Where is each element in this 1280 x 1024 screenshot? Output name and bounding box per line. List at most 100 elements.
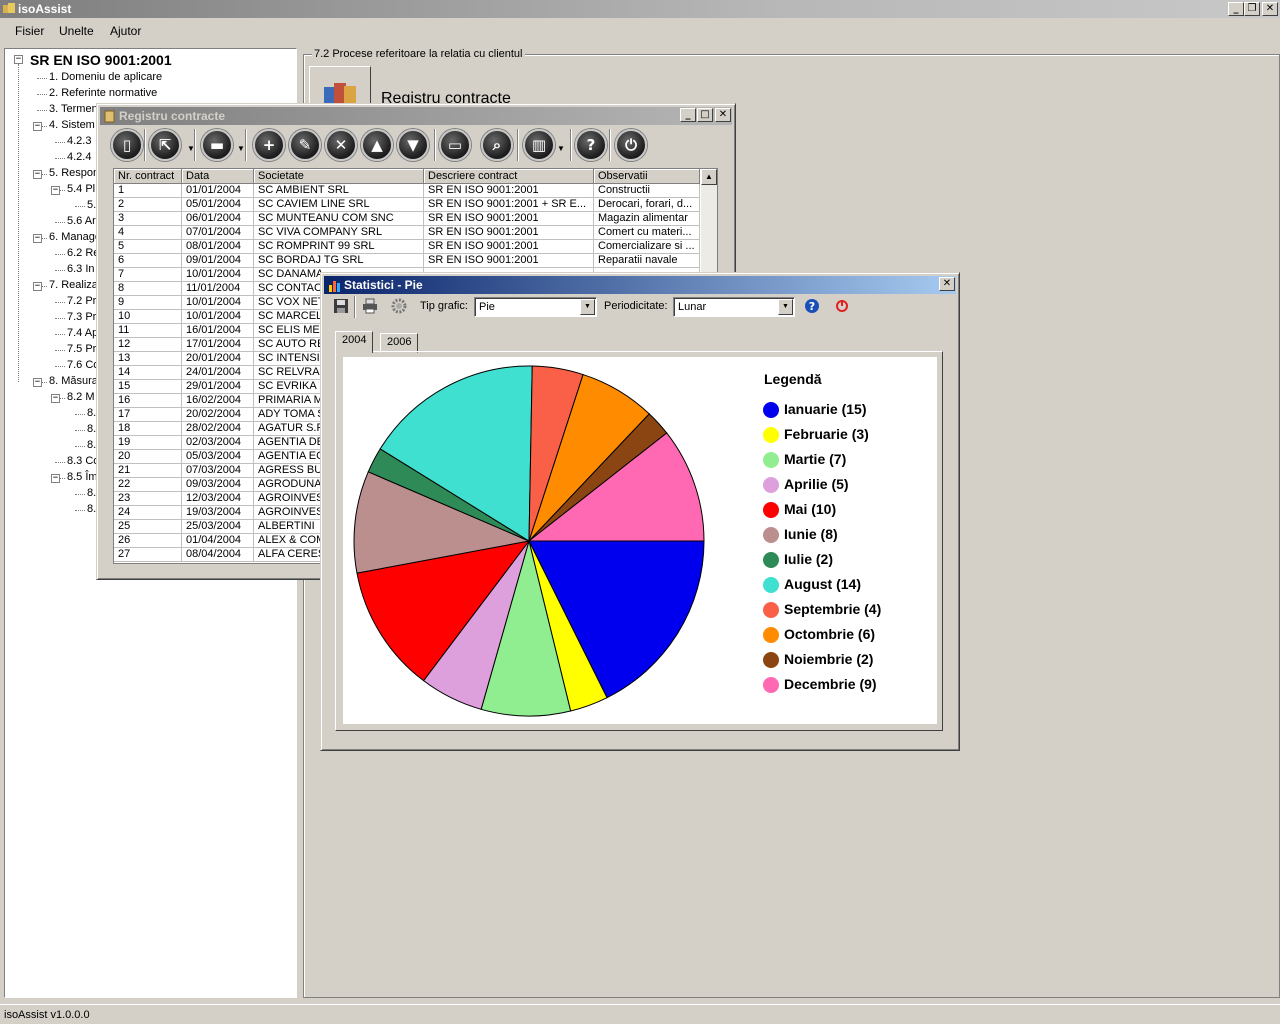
collapse-icon[interactable]: − [14,55,23,64]
periodicitate-select[interactable]: Lunar ▼ [673,297,795,317]
collapse-icon[interactable]: − [33,378,42,387]
table-row[interactable]: 3 06/01/2004 SC MUNTEANU COM SNC SR EN ISO … [114,212,700,226]
tab-2004[interactable]: 2004 [335,331,374,353]
collapse-icon[interactable]: − [33,282,42,291]
column-header[interactable]: Societate [254,169,424,184]
maximize-button[interactable]: ❐ [1244,2,1260,16]
save-icon[interactable] [333,298,349,314]
import-icon[interactable]: ⇱ [149,129,181,161]
print-icon[interactable]: ▭ [439,129,471,161]
up-icon[interactable]: ▲ [361,129,393,161]
menu-ajutor[interactable]: Ajutor [110,24,141,38]
table-row[interactable]: 4 07/01/2004 SC VIVA COMPANY SRL SR EN ISO … [114,226,700,240]
tree-item[interactable]: 6.3 In [67,263,95,275]
scroll-up-icon[interactable]: ▲ [701,169,717,185]
edit-icon[interactable]: ✎ [289,129,321,161]
edit-glyph: ✎ [298,136,312,154]
tree-item[interactable]: 6. Manage [49,231,101,243]
table-cell: 07/01/2004 [182,226,254,240]
tree-item[interactable]: 7.2 Pr [67,295,96,307]
exit-icon[interactable]: ⏻ [615,129,647,161]
table-row[interactable]: 5 08/01/2004 SC ROMPRINT 99 SRL SR EN ISO 9… [114,240,700,254]
statistici-title-bar[interactable]: Statistici - Pie ✕ [324,276,956,294]
tree-item[interactable]: 7.4 Ap [67,327,98,339]
tree-item[interactable]: 8. [87,423,96,435]
statistici-close-button[interactable]: ✕ [939,277,955,291]
table-row[interactable]: 6 09/01/2004 SC BORDAJ TG SRL SR EN ISO 900… [114,254,700,268]
tree-item[interactable]: 4. Sistem [49,119,95,131]
table-row[interactable]: 1 01/01/2004 SC AMBIENT SRL SR EN ISO 9001:… [114,184,700,198]
collapse-icon[interactable]: − [51,474,60,483]
table-cell: 5 [114,240,182,254]
tree-item[interactable]: 8. [87,439,96,451]
down-icon[interactable]: ▼ [397,129,429,161]
tree-item[interactable]: 8.3 Co [67,455,99,467]
tree-item[interactable]: 1. Domeniu de aplicare [49,71,162,83]
delete-icon[interactable]: ✕ [325,129,357,161]
tree-item[interactable]: 4.2.3 [67,135,91,147]
collapse-icon[interactable]: − [33,170,42,179]
tree-item[interactable]: 5.6 Ar [67,215,96,227]
tree-item[interactable]: 7.5 Pr [67,343,96,355]
menu-fisier[interactable]: Fisier [15,24,44,38]
tree-item[interactable]: 7.6 Co [67,359,99,371]
column-header[interactable]: Descriere contract [424,169,594,184]
tab-2006[interactable]: 2006 [380,333,419,353]
help-icon[interactable]: ? [804,298,820,314]
minimize-button[interactable]: _ [1228,2,1244,16]
registru-open-button[interactable] [309,66,371,106]
books-icon [324,83,356,105]
help-icon[interactable]: ? [575,129,607,161]
collapse-icon[interactable]: − [51,186,60,195]
tree-item[interactable]: 8.2 M [67,391,95,403]
tip-grafic-select[interactable]: Pie ▼ [474,297,597,317]
tree-item[interactable]: 8. Măsura [49,375,98,387]
tree-item[interactable]: 8.5 Îm [67,471,98,483]
exit-icon[interactable] [834,298,850,314]
tree-item[interactable]: 5. Respon [49,167,99,179]
tree-item[interactable]: 8. [87,407,96,419]
chart-icon[interactable]: ▥ [523,129,555,161]
registru-minimize-button[interactable]: _ [680,108,696,122]
add-icon[interactable]: + [253,129,285,161]
chart-dropdown-icon[interactable]: ▼ [557,144,565,153]
new-icon[interactable]: ▯ [111,129,143,161]
collapse-icon[interactable]: − [51,394,60,403]
registru-title-bar[interactable]: Registru contracte _ □ ✕ [100,107,732,125]
chevron-down-icon[interactable]: ▼ [580,299,595,315]
chevron-down-icon[interactable]: ▼ [778,299,793,315]
tree-item[interactable]: 8. [87,503,96,515]
menu-unelte[interactable]: Unelte [59,24,94,38]
exit-glyph: ⏻ [625,136,637,154]
table-cell: 08/01/2004 [182,240,254,254]
table-cell: 25/03/2004 [182,520,254,534]
tree-item[interactable]: 5. [87,199,96,211]
periodicitate-value: Lunar [678,301,707,313]
save-icon[interactable]: ▬ [201,129,233,161]
search-icon[interactable]: ⌕ [481,129,513,161]
tree-item[interactable]: 7. Realiza [49,279,98,291]
registru-close-button[interactable]: ✕ [715,108,731,122]
tree-item[interactable]: 7.3 Pr [67,311,96,323]
table-cell: SR EN ISO 9001:2001 [424,226,594,240]
tree-item[interactable]: 6.2 Re [67,247,99,259]
close-button[interactable]: ✕ [1262,2,1278,16]
settings-icon[interactable] [391,298,407,314]
save-dropdown-icon[interactable]: ▼ [237,144,245,153]
table-cell: SR EN ISO 9001:2001 [424,212,594,226]
column-header[interactable]: Observatii [594,169,700,184]
table-row[interactable]: 2 05/01/2004 SC CAVIEM LINE SRL SR EN ISO 9… [114,198,700,212]
tree-item[interactable]: 4.2.4 [67,151,91,163]
down-glyph: ▼ [407,136,419,154]
column-header[interactable]: Data [182,169,254,184]
tree-item[interactable]: 5.4 Pl [67,183,95,195]
collapse-icon[interactable]: − [33,122,42,131]
print-icon[interactable] [362,298,378,314]
registru-maximize-button[interactable]: □ [697,108,713,122]
app-title-bar[interactable]: isoAssist _ ❐ ✕ [0,0,1280,18]
tree-root-label[interactable]: SR EN ISO 9001:2001 [30,52,172,68]
tree-item[interactable]: 8. [87,487,96,499]
tree-item[interactable]: 2. Referinte normative [49,87,157,99]
collapse-icon[interactable]: − [33,234,42,243]
column-header[interactable]: Nr. contract [114,169,182,184]
